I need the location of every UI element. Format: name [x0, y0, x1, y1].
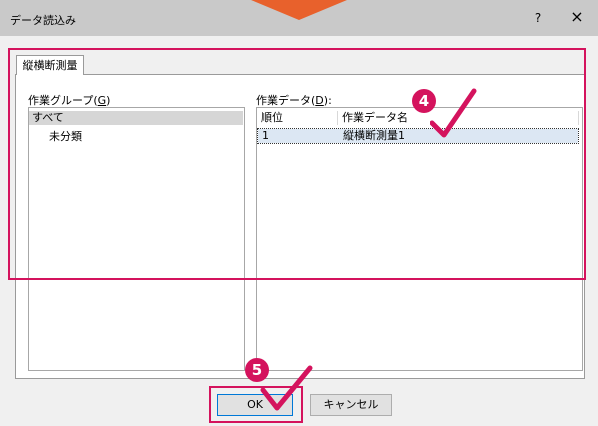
help-button[interactable]: ? [528, 11, 548, 25]
close-button[interactable]: × [566, 9, 588, 25]
checkmark-icon [430, 88, 477, 138]
orange-arrow-icon [251, 0, 347, 20]
checkmark-icon [260, 365, 313, 411]
cancel-button[interactable]: キャンセル [310, 394, 392, 416]
window-title: データ読込み [10, 14, 76, 27]
highlight-box-list [8, 48, 586, 280]
